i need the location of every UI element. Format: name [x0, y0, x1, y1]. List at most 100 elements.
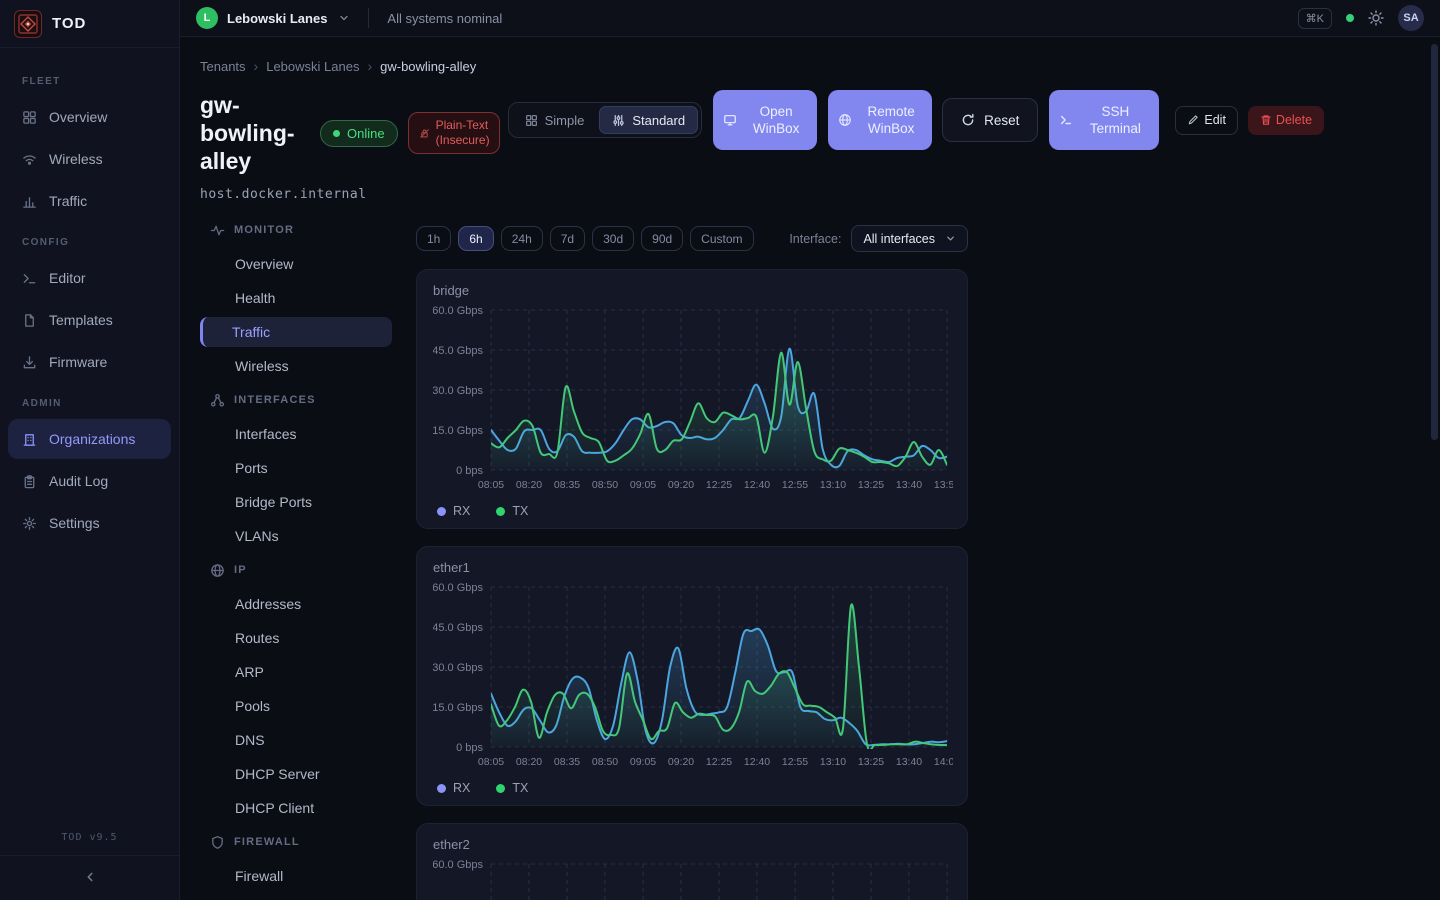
legend-label: TX	[512, 504, 528, 518]
remote-winbox-button[interactable]: Remote WinBox	[828, 90, 932, 150]
time-range-90d[interactable]: 90d	[641, 226, 683, 251]
breadcrumb-item[interactable]: Tenants	[200, 59, 246, 74]
device-nav-item-overview[interactable]: Overview	[200, 249, 392, 279]
theme-toggle-button[interactable]	[1368, 10, 1384, 26]
device-host: host.docker.internal	[200, 187, 1440, 202]
chart-title: bridge	[433, 283, 951, 298]
pencil-icon	[1187, 114, 1199, 126]
interface-select-value: All interfaces	[863, 232, 935, 246]
sidebar-section-label: CONFIG	[8, 223, 171, 256]
sidebar-section-label: ADMIN	[8, 384, 171, 417]
x-axis-tick-label: 13:40	[896, 479, 922, 491]
sidebar-item-traffic[interactable]: Traffic	[8, 181, 171, 221]
device-nav-item-vlans[interactable]: VLANs	[200, 521, 392, 551]
sidebar-item-organizations[interactable]: Organizations	[8, 419, 171, 459]
legend-dot-icon	[496, 784, 505, 793]
topbar-divider	[368, 8, 369, 28]
sidebar-item-firmware[interactable]: Firmware	[8, 342, 171, 382]
device-nav-section-label: MONITOR	[234, 224, 294, 236]
monitor-icon	[723, 113, 737, 127]
sidebar-item-label: Overview	[49, 109, 107, 125]
device-nav-item-dhcp-client[interactable]: DHCP Client	[200, 793, 392, 823]
time-range-24h[interactable]: 24h	[501, 226, 543, 251]
device-nav-item-bridge-ports[interactable]: Bridge Ports	[200, 487, 392, 517]
sidebar-item-overview[interactable]: Overview	[8, 97, 171, 137]
main-area: L Lebowski Lanes All systems nominal ⌘K	[180, 0, 1440, 900]
device-header: gw-bowling-alley Online Plain-Text (Inse…	[200, 91, 1440, 175]
device-nav-item-mangle[interactable]: Mangle	[200, 895, 392, 900]
x-axis-tick-label: 08:20	[516, 479, 542, 491]
sliders-icon	[612, 114, 625, 127]
interface-label: Interface:	[789, 232, 841, 246]
legend-label: RX	[453, 781, 470, 795]
status-badge-label: Online	[347, 126, 385, 141]
sidebar-item-editor[interactable]: Editor	[8, 258, 171, 298]
x-axis-tick-label: 12:40	[744, 756, 770, 768]
clipboard-icon	[22, 474, 37, 489]
sidebar-item-wireless[interactable]: Wireless	[8, 139, 171, 179]
time-range-7d[interactable]: 7d	[550, 226, 585, 251]
command-palette-shortcut[interactable]: ⌘K	[1298, 8, 1332, 29]
x-axis-tick-label: 12:55	[782, 756, 808, 768]
device-nav-item-dhcp-server[interactable]: DHCP Server	[200, 759, 392, 789]
time-range-6h[interactable]: 6h	[458, 226, 493, 251]
traffic-panel: 1h 6h 24h 7d 30d 90d Custom Interface: All int…	[416, 211, 968, 900]
sidebar-item-audit-log[interactable]: Audit Log	[8, 461, 171, 501]
y-axis-tick-label: 15.0 Gbps	[433, 702, 483, 714]
tenant-switcher[interactable]: L Lebowski Lanes	[196, 7, 350, 29]
sidebar-item-label: Traffic	[49, 193, 87, 209]
time-range-group: 1h 6h 24h 7d 30d 90d Custom	[416, 226, 754, 251]
x-axis-tick-label: 08:05	[478, 479, 504, 491]
mode-standard-option[interactable]: Standard	[599, 106, 698, 134]
x-axis-tick-label: 12:25	[706, 479, 732, 491]
user-avatar[interactable]: SA	[1398, 5, 1424, 31]
vertical-scrollbar[interactable]	[1431, 44, 1438, 440]
interface-select[interactable]: All interfaces	[851, 225, 968, 252]
device-nav-item-pools[interactable]: Pools	[200, 691, 392, 721]
device-nav-item-wireless[interactable]: Wireless	[200, 351, 392, 381]
ssh-terminal-button[interactable]: SSH Terminal	[1049, 90, 1159, 150]
delete-button[interactable]: Delete	[1248, 106, 1324, 135]
sidebar-item-templates[interactable]: Templates	[8, 300, 171, 340]
mode-simple-option[interactable]: Simple	[512, 106, 598, 134]
x-axis-tick-label: 12:40	[744, 479, 770, 491]
sidebar-item-label: Organizations	[49, 431, 135, 447]
time-range-custom[interactable]: Custom	[690, 226, 753, 251]
sidebar-item-settings[interactable]: Settings	[8, 503, 171, 543]
network-icon	[210, 393, 225, 408]
sidebar-item-label: Templates	[49, 312, 113, 328]
traffic-chart-bridge: bridge60.0 Gbps45.0 Gbps30.0 Gbps15.0 Gb…	[416, 269, 968, 529]
device-nav-item-arp[interactable]: ARP	[200, 657, 392, 687]
sidebar-collapse-button[interactable]	[76, 866, 104, 888]
sidebar-item-label: Audit Log	[49, 473, 108, 489]
device-nav-item-firewall[interactable]: Firewall	[200, 861, 392, 891]
device-nav-item-dns[interactable]: DNS	[200, 725, 392, 755]
breadcrumb-item[interactable]: Lebowski Lanes	[266, 59, 359, 74]
x-axis-tick-label: 08:50	[592, 756, 618, 768]
security-badge: Plain-Text (Insecure)	[408, 112, 500, 154]
time-range-30d[interactable]: 30d	[592, 226, 634, 251]
page-title: gw-bowling-alley	[200, 91, 306, 175]
device-nav-item-addresses[interactable]: Addresses	[200, 589, 392, 619]
x-axis-tick-label: 08:20	[516, 756, 542, 768]
x-axis-tick-label: 09:20	[668, 756, 694, 768]
topbar-right: ⌘K SA	[1298, 5, 1424, 31]
reset-label: Reset	[984, 113, 1019, 128]
wifi-icon	[22, 152, 37, 167]
y-axis-tick-label: 15.0 Gbps	[433, 425, 483, 437]
y-axis-tick-label: 60.0 Gbps	[433, 305, 483, 317]
device-nav-item-traffic[interactable]: Traffic	[200, 317, 392, 347]
device-nav-item-interfaces[interactable]: Interfaces	[200, 419, 392, 449]
y-axis-tick-label: 60.0 Gbps	[433, 859, 483, 871]
device-nav-item-ports[interactable]: Ports	[200, 453, 392, 483]
edit-button[interactable]: Edit	[1175, 106, 1238, 135]
device-nav-item-health[interactable]: Health	[200, 283, 392, 313]
device-nav-item-routes[interactable]: Routes	[200, 623, 392, 653]
time-range-1h[interactable]: 1h	[416, 226, 451, 251]
x-axis-tick-label: 08:35	[554, 756, 580, 768]
globe-icon	[210, 563, 225, 578]
open-winbox-button[interactable]: Open WinBox	[713, 90, 817, 150]
reset-button[interactable]: Reset	[942, 98, 1038, 142]
charts-container: bridge60.0 Gbps45.0 Gbps30.0 Gbps15.0 Gb…	[416, 269, 968, 900]
globe-icon	[838, 113, 852, 127]
